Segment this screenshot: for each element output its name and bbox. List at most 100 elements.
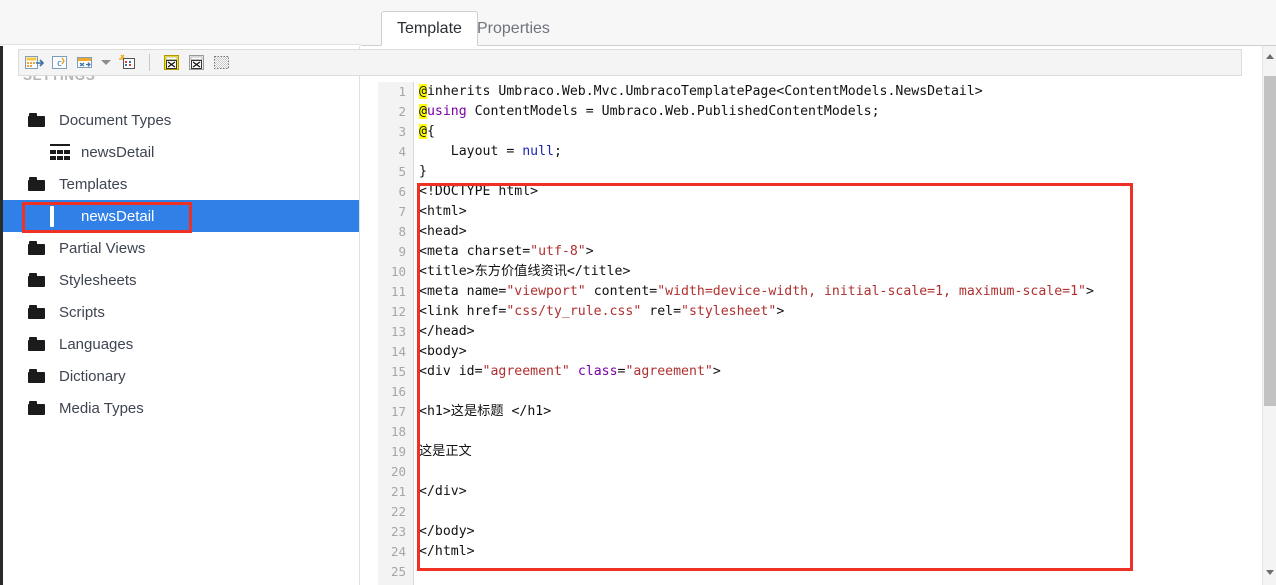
code-line[interactable]: 20 [378, 462, 1276, 482]
code-line[interactable]: 7 <html> [378, 202, 1276, 222]
insert-macro-icon[interactable]: c [49, 52, 70, 73]
insert-umbraco-field-icon[interactable] [24, 52, 45, 73]
sidebar-item-label: Media Types [59, 399, 144, 417]
toolbar-separator [149, 54, 150, 71]
scrollbar-thumb[interactable] [1264, 76, 1276, 406]
code-line-text: <head> [414, 222, 467, 242]
masterpage-icon[interactable] [211, 52, 232, 73]
code-line[interactable]: 13 </head> [378, 322, 1276, 342]
code-line[interactable]: 18 [378, 422, 1276, 442]
code-line[interactable]: 5} [378, 162, 1276, 182]
code-line[interactable]: 16 [378, 382, 1276, 402]
code-line[interactable]: 9 <meta charset="utf-8"> [378, 242, 1276, 262]
sidebar-item-label: Dictionary [59, 367, 126, 385]
code-line[interactable]: 4 Layout = null; [378, 142, 1276, 162]
code-line[interactable]: 19 这是正文 [378, 442, 1276, 462]
line-number: 9 [398, 244, 406, 259]
code-line[interactable]: 3 @{ [378, 122, 1276, 142]
code-token: "agreement" [625, 364, 713, 379]
sidebar-item-label: Scripts [59, 303, 105, 321]
line-number: 17 [390, 404, 406, 419]
code-line[interactable]: 21 </div> [378, 482, 1276, 502]
sidebar-item-label: newsDetail [81, 143, 155, 161]
line-number: 8 [398, 224, 406, 239]
code-line[interactable]: 17 <h1>这是标题 </h1> [378, 402, 1276, 422]
sidebar-item-templates[interactable]: Templates [3, 168, 359, 200]
code-token: using [426, 104, 467, 119]
sidebar-item-partial-views[interactable]: Partial Views [3, 232, 359, 264]
code-token: inherits Umbraco.Web.Mvc.UmbracoTemplate… [426, 84, 983, 99]
code-line-text: <title>东方价值线资讯</title> [419, 264, 631, 279]
sidebar-item-media-types[interactable]: Media Types [3, 392, 359, 424]
code-token: { [426, 124, 435, 139]
query-builder-icon[interactable] [161, 52, 182, 73]
code-token: > [776, 304, 785, 319]
sidebar-item-document-types[interactable]: Document Types [3, 104, 359, 136]
line-number: 20 [390, 464, 406, 479]
code-line[interactable]: 6 <!DOCTYPE html> [378, 182, 1276, 202]
code-token: <div id= [419, 364, 483, 379]
code-line[interactable]: 11 <meta name="viewport" content="width=d… [378, 282, 1276, 302]
code-area[interactable]: 1 @inherits Umbraco.Web.Mvc.UmbracoTempla… [378, 82, 1276, 585]
tab-properties[interactable]: Properties [462, 11, 565, 46]
folder-icon [28, 176, 48, 192]
code-line[interactable]: 14 <body> [378, 342, 1276, 362]
folder-icon [28, 112, 48, 128]
code-line-text: </html> [414, 542, 475, 562]
tab-template-label: Template [397, 19, 462, 37]
sidebar-item-newsdetail-selected[interactable]: newsDetail [3, 200, 359, 232]
code-line-text: Layout = null; [414, 142, 562, 162]
line-number: 21 [390, 484, 406, 499]
code-line[interactable]: 24 </html> [378, 542, 1276, 562]
line-number: 7 [398, 204, 406, 219]
code-line[interactable]: 23 </body> [378, 522, 1276, 542]
code-line[interactable]: 8 <head> [378, 222, 1276, 242]
code-token: > [1085, 284, 1094, 299]
chevron-down-icon[interactable] [99, 52, 113, 73]
template-icon [50, 206, 70, 227]
code-line[interactable]: 22 [378, 502, 1276, 522]
code-line[interactable]: 15 <div id="agreement" class="agreement"> [378, 362, 1276, 382]
sidebar-item-dictionary[interactable]: Dictionary [3, 360, 359, 392]
code-line-text: <meta name="viewport" content="width=dev… [414, 282, 1094, 302]
sections-icon[interactable] [186, 52, 207, 73]
code-token: "agreement" [482, 364, 570, 379]
scroll-up-arrow-icon[interactable] [1266, 54, 1274, 59]
code-token: > [712, 364, 721, 379]
insert-dictionary-item-icon[interactable] [117, 52, 138, 73]
vertical-scrollbar[interactable] [1262, 46, 1276, 585]
line-number: 12 [390, 304, 406, 319]
scroll-down-arrow-icon[interactable] [1266, 570, 1274, 575]
code-token: ContentModels = Umbraco.Web.PublishedCon… [466, 104, 880, 119]
code-line-text: @{ [414, 122, 435, 142]
tab-properties-label: Properties [477, 19, 550, 37]
sidebar-item-stylesheets[interactable]: Stylesheets [3, 264, 359, 296]
code-token: <head> [419, 224, 467, 239]
settings-sidebar: SETTINGS Document TypesnewsDetailTemplat… [0, 46, 360, 585]
code-line[interactable]: 2 @using ContentModels = Umbraco.Web.Publ… [378, 102, 1276, 122]
code-line[interactable]: 10 <title>东方价值线资讯</title> [378, 262, 1276, 282]
code-token: class [577, 364, 618, 379]
code-line[interactable]: 12 <link href="css/ty_rule.css" rel="styl… [378, 302, 1276, 322]
sidebar-item-newsdetail[interactable]: newsDetail [3, 136, 359, 168]
sidebar-item-languages[interactable]: Languages [3, 328, 359, 360]
code-token: <html> [419, 204, 467, 219]
editor-tabstrip: Template Properties [361, 0, 1276, 46]
code-line-text: <div id="agreement" class="agreement"> [414, 362, 721, 382]
insert-partial-view-icon[interactable] [74, 52, 95, 73]
folder-icon [28, 336, 48, 352]
sidebar-item-scripts[interactable]: Scripts [3, 296, 359, 328]
code-line[interactable]: 1 @inherits Umbraco.Web.Mvc.UmbracoTempla… [378, 82, 1276, 102]
line-number: 16 [390, 384, 406, 399]
code-line-text: <html> [414, 202, 467, 222]
code-line-text: } [414, 162, 427, 182]
line-number: 23 [390, 524, 406, 539]
folder-icon [28, 272, 48, 288]
code-line-text: <link href="css/ty_rule.css" rel="styles… [414, 302, 784, 322]
sidebar-item-label: Stylesheets [59, 271, 137, 289]
code-line[interactable]: 25 [378, 562, 1276, 582]
